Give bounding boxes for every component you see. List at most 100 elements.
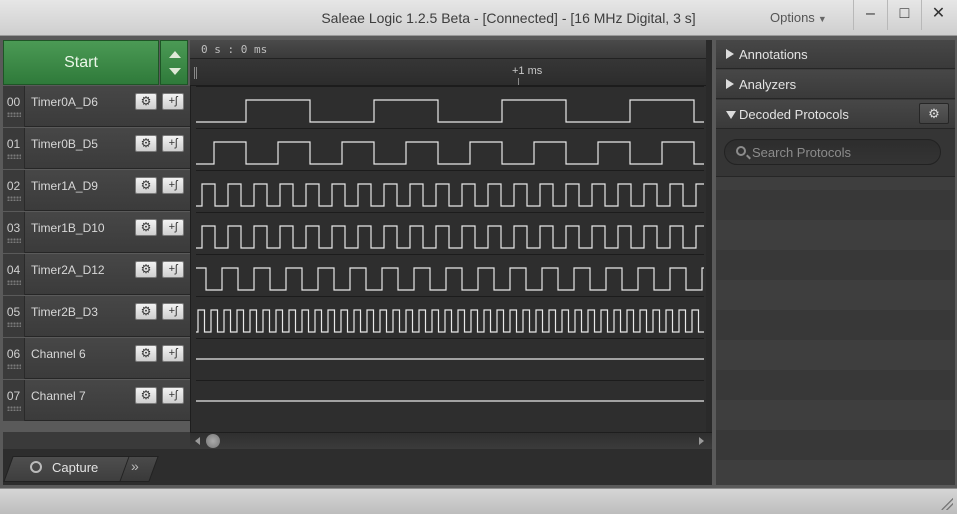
vertical-scrollbar[interactable] — [706, 40, 712, 432]
channel-settings-button[interactable]: ⚙ — [135, 387, 157, 404]
channel-name[interactable]: Timer0B_D5 — [31, 137, 98, 151]
channel-name[interactable]: Timer2B_D3 — [31, 305, 98, 319]
drag-handle-icon[interactable] — [7, 280, 21, 285]
time-ruler[interactable]: +1 ms — [190, 59, 706, 86]
gear-icon: ⚙ — [140, 262, 152, 276]
waveforms — [196, 86, 704, 402]
maximize-button[interactable]: □ — [887, 0, 921, 30]
channel-row[interactable]: 06 Channel 6 ⚙ +ʃ — [3, 338, 190, 379]
channel-row[interactable]: 07 Channel 7 ⚙ +ʃ — [3, 380, 190, 421]
arrow-up-icon — [169, 51, 181, 58]
annotations-header[interactable]: Annotations — [716, 40, 955, 69]
channel-settings-button[interactable]: ⚙ — [135, 135, 157, 152]
decoded-protocols-label: Decoded Protocols — [739, 107, 849, 122]
time-tick — [518, 78, 519, 85]
title-bar: Saleae Logic 1.2.5 Beta - [Connected] - … — [0, 0, 957, 36]
channel-row[interactable]: 02 Timer1A_D9 ⚙ +ʃ — [3, 170, 190, 211]
channel-number: 03 — [3, 212, 25, 253]
time-tick-label: +1 ms — [512, 65, 543, 77]
arrow-down-icon — [169, 68, 181, 75]
waveform-trace — [196, 309, 704, 333]
scroll-right-icon[interactable] — [699, 437, 704, 445]
channel-row[interactable]: 03 Timer1B_D10 ⚙ +ʃ — [3, 212, 190, 253]
options-menu[interactable]: Options ▼ — [770, 0, 827, 36]
waveform-trace — [196, 225, 704, 249]
analyzers-label: Analyzers — [739, 77, 797, 92]
gear-icon: ⚙ — [140, 304, 152, 318]
channel-name[interactable]: Timer0A_D6 — [31, 95, 98, 109]
channel-number: 01 — [3, 128, 25, 169]
drag-handle-icon[interactable] — [7, 196, 21, 201]
channel-name[interactable]: Timer2A_D12 — [31, 263, 105, 277]
time-origin-label: 0 s : 0 ms — [201, 43, 268, 56]
protocol-search-input[interactable] — [752, 143, 932, 161]
waveform-trace — [196, 183, 704, 207]
drag-handle-icon[interactable] — [7, 112, 21, 117]
gear-icon: ⚙ — [140, 136, 152, 150]
channel-row[interactable]: 04 Timer2A_D12 ⚙ +ʃ — [3, 254, 190, 295]
channel-row[interactable]: 00 Timer0A_D6 ⚙ +ʃ — [3, 86, 190, 127]
channel-row[interactable]: 01 Timer0B_D5 ⚙ +ʃ — [3, 128, 190, 169]
drag-handle-icon[interactable] — [7, 364, 21, 369]
protocol-search-area — [716, 129, 955, 177]
gear-icon: ⚙ — [140, 178, 152, 192]
channel-name[interactable]: Channel 6 — [31, 347, 86, 361]
annotations-label: Annotations — [739, 47, 808, 62]
channel-settings-button[interactable]: ⚙ — [135, 261, 157, 278]
chevron-down-icon: ▼ — [817, 14, 827, 24]
more-tabs-icon: » — [131, 458, 139, 474]
tab-capture-label: Capture — [52, 460, 99, 475]
trigger-button[interactable]: +ʃ — [162, 177, 184, 194]
gear-icon: ⚙ — [140, 346, 152, 360]
resize-grip-icon[interactable] — [941, 498, 953, 510]
status-bar — [0, 488, 957, 514]
time-origin-ruler: 0 s : 0 ms — [190, 40, 706, 59]
channel-name[interactable]: Timer1B_D10 — [31, 221, 105, 235]
gear-icon: ⚙ — [140, 94, 152, 108]
drag-handle-icon[interactable] — [7, 154, 21, 159]
channel-footer — [3, 432, 190, 449]
start-options-button[interactable] — [160, 40, 188, 85]
drag-handle-icon[interactable] — [7, 322, 21, 327]
channel-name[interactable]: Channel 7 — [31, 389, 86, 403]
waveform-trace — [196, 99, 704, 123]
start-button[interactable]: Start — [3, 40, 159, 85]
analyzers-header[interactable]: Analyzers — [716, 70, 955, 99]
scroll-left-icon[interactable] — [195, 437, 200, 445]
decoded-protocols-header[interactable]: Decoded Protocols ⚙ — [716, 100, 955, 129]
trigger-button[interactable]: +ʃ — [162, 345, 184, 362]
close-button[interactable]: ✕ — [921, 0, 955, 30]
ruler-grip-icon[interactable] — [194, 67, 197, 79]
minimize-button[interactable]: – — [853, 0, 887, 30]
waveform-trace — [196, 267, 704, 291]
drag-handle-icon[interactable] — [7, 238, 21, 243]
trigger-button[interactable]: +ʃ — [162, 93, 184, 110]
channel-row[interactable]: 05 Timer2B_D3 ⚙ +ʃ — [3, 296, 190, 337]
collapsed-arrow-icon — [726, 49, 734, 59]
channel-name[interactable]: Timer1A_D9 — [31, 179, 98, 193]
scroll-thumb[interactable] — [206, 434, 220, 448]
channel-number: 02 — [3, 170, 25, 211]
decoded-settings-button[interactable]: ⚙ — [919, 103, 949, 124]
horizontal-scrollbar[interactable] — [190, 432, 712, 449]
channel-settings-button[interactable]: ⚙ — [135, 303, 157, 320]
channel-settings-button[interactable]: ⚙ — [135, 345, 157, 362]
collapsed-arrow-icon — [726, 79, 734, 89]
drag-handle-icon[interactable] — [7, 406, 21, 411]
channel-settings-button[interactable]: ⚙ — [135, 219, 157, 236]
protocol-search-box[interactable] — [724, 139, 941, 165]
trigger-button[interactable]: +ʃ — [162, 135, 184, 152]
gear-icon: ⚙ — [928, 106, 940, 121]
expanded-arrow-icon — [726, 111, 736, 119]
search-icon — [736, 146, 746, 156]
trigger-button[interactable]: +ʃ — [162, 303, 184, 320]
tab-capture-label-wrap: Capture — [32, 460, 98, 475]
channel-settings-button[interactable]: ⚙ — [135, 177, 157, 194]
channel-number: 06 — [3, 338, 25, 379]
gear-icon: ⚙ — [140, 220, 152, 234]
trigger-button[interactable]: +ʃ — [162, 219, 184, 236]
gear-icon: ⚙ — [140, 388, 152, 402]
channel-settings-button[interactable]: ⚙ — [135, 93, 157, 110]
trigger-button[interactable]: +ʃ — [162, 261, 184, 278]
trigger-button[interactable]: +ʃ — [162, 387, 184, 404]
